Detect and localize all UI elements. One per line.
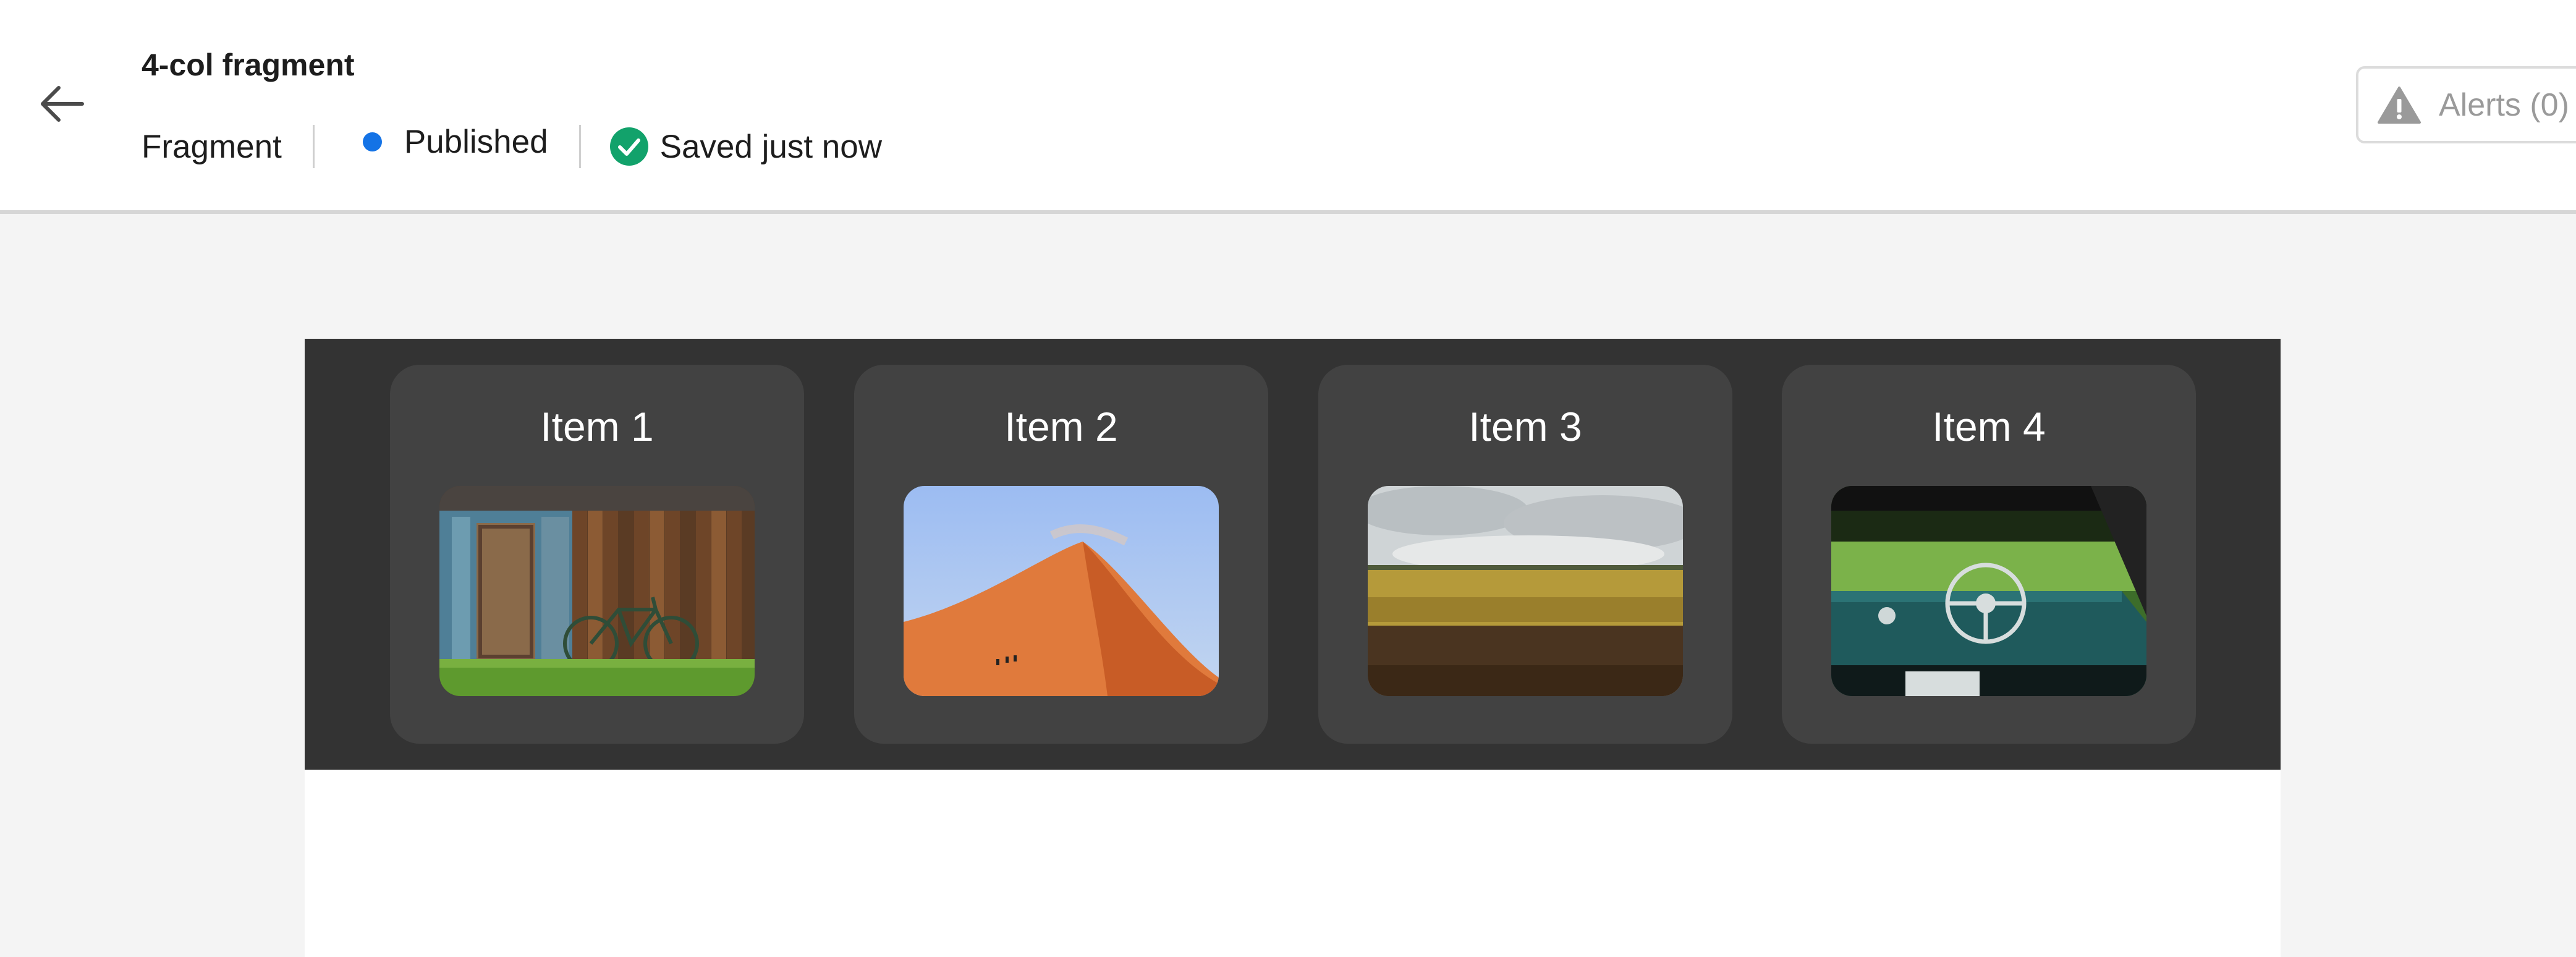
item-image[interactable] bbox=[439, 486, 755, 696]
status-bar: Fragment Published Saved just now bbox=[142, 121, 882, 172]
item-card[interactable]: Item 1 bbox=[390, 365, 804, 744]
alerts-label: Alerts (0) bbox=[2439, 87, 2569, 123]
item-image[interactable] bbox=[1368, 486, 1683, 696]
item-card[interactable]: Item 3 bbox=[1318, 365, 1732, 744]
item-title: Item 1 bbox=[540, 404, 654, 449]
item-card[interactable]: Item 2 bbox=[854, 365, 1268, 744]
status-label: Published bbox=[404, 123, 548, 160]
save-status-label: Saved just now bbox=[659, 128, 883, 165]
divider bbox=[578, 125, 581, 168]
warning-icon bbox=[2377, 85, 2421, 125]
arrow-left-icon bbox=[39, 85, 85, 125]
item-image[interactable] bbox=[904, 486, 1219, 696]
vintage-car-interior-steering-wheel-image bbox=[1831, 486, 2146, 696]
item-image[interactable] bbox=[1831, 486, 2146, 696]
wheat-field-under-cloudy-sky-image bbox=[1368, 486, 1683, 696]
back-button[interactable] bbox=[31, 74, 93, 136]
item-title: Item 2 bbox=[1004, 404, 1118, 449]
alerts-button[interactable]: Alerts (0) bbox=[2356, 66, 2576, 143]
editor-header: 4-col fragment Fragment Published Saved … bbox=[0, 0, 2576, 214]
desert-sand-dune-image bbox=[904, 486, 1219, 696]
four-column-fragment[interactable]: Item 1 Item 2 Item 3 Item 4 bbox=[305, 339, 2281, 770]
email-canvas-body bbox=[305, 770, 2281, 957]
item-title: Item 4 bbox=[1932, 404, 2046, 449]
page-title: 4-col fragment bbox=[142, 48, 355, 82]
item-title: Item 3 bbox=[1468, 404, 1582, 449]
item-card[interactable]: Item 4 bbox=[1782, 365, 2196, 744]
divider bbox=[312, 125, 315, 168]
published-status-dot bbox=[362, 132, 382, 151]
check-circle-icon bbox=[609, 127, 649, 166]
wooden-shed-with-bicycle-image bbox=[439, 486, 755, 696]
fragment-type-label: Fragment bbox=[142, 128, 282, 165]
